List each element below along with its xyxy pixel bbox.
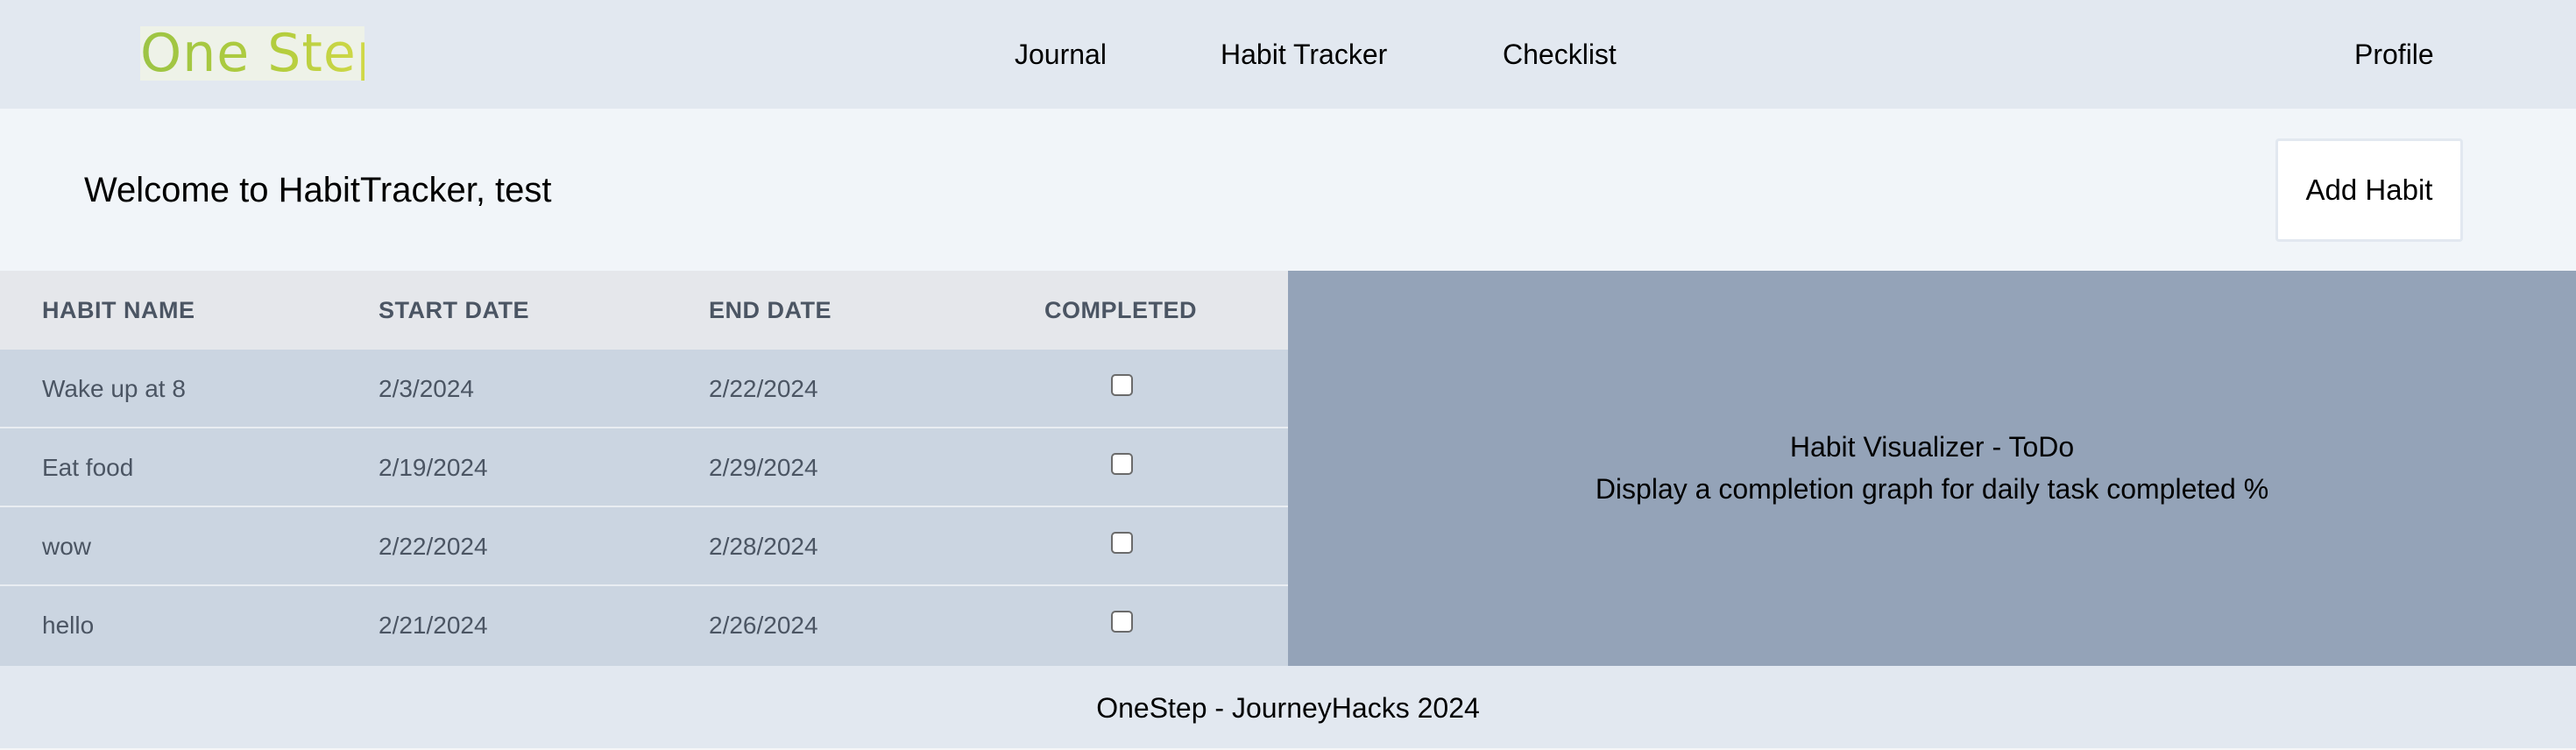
- nav-link-profile[interactable]: Profile: [2354, 37, 2434, 72]
- end-date-cell: 2/26/2024: [709, 612, 818, 639]
- start-date-cell: 2/21/2024: [379, 612, 488, 639]
- completed-checkbox[interactable]: [1111, 374, 1133, 396]
- completed-checkbox[interactable]: [1111, 453, 1133, 475]
- table-header-row: HABIT NAME START DATE END DATE COMPLETED: [0, 271, 1288, 350]
- habit-name-cell: Wake up at 8: [42, 375, 186, 402]
- habit-table: HABIT NAME START DATE END DATE COMPLETED…: [0, 271, 1288, 666]
- column-header-end-date: END DATE: [709, 297, 832, 323]
- footer-text: OneStep - JourneyHacks 2024: [1096, 692, 1480, 724]
- completed-checkbox[interactable]: [1111, 532, 1133, 554]
- top-nav: One Step Journal Habit Tracker Checklist…: [0, 0, 2576, 109]
- nav-link-habit-tracker[interactable]: Habit Tracker: [1221, 37, 1387, 72]
- habit-visualizer-panel: Habit Visualizer - ToDo Display a comple…: [1288, 271, 2576, 666]
- app-logo[interactable]: One Step: [140, 26, 364, 81]
- table-row: Eat food 2/19/2024 2/29/2024: [0, 428, 1288, 507]
- start-date-cell: 2/19/2024: [379, 454, 488, 481]
- nav-link-journal[interactable]: Journal: [1015, 37, 1107, 72]
- table-row: wow 2/22/2024 2/28/2024: [0, 507, 1288, 586]
- logo-text: One Step: [140, 26, 364, 81]
- completed-checkbox[interactable]: [1111, 611, 1133, 633]
- start-date-cell: 2/3/2024: [379, 375, 474, 402]
- column-header-completed: COMPLETED: [1044, 297, 1198, 323]
- habit-name-cell: hello: [42, 612, 95, 639]
- column-header-start-date: START DATE: [379, 297, 529, 323]
- nav-link-checklist[interactable]: Checklist: [1503, 37, 1617, 72]
- welcome-section: Welcome to HabitTracker, test Add Habit: [0, 109, 2576, 271]
- visualizer-title: Habit Visualizer - ToDo: [1789, 431, 2075, 463]
- add-habit-button[interactable]: Add Habit: [2275, 138, 2463, 242]
- table-row: hello 2/21/2024 2/26/2024: [0, 586, 1288, 665]
- page-title: Welcome to HabitTracker, test: [84, 171, 552, 209]
- end-date-cell: 2/28/2024: [709, 533, 818, 560]
- visualizer-description: Display a completion graph for daily tas…: [1595, 473, 2269, 505]
- table-row: Wake up at 8 2/3/2024 2/22/2024: [0, 350, 1288, 428]
- habit-name-cell: wow: [42, 533, 92, 560]
- start-date-cell: 2/22/2024: [379, 533, 488, 560]
- habit-name-cell: Eat food: [42, 454, 134, 481]
- end-date-cell: 2/29/2024: [709, 454, 818, 481]
- footer: OneStep - JourneyHacks 2024: [0, 666, 2576, 750]
- end-date-cell: 2/22/2024: [709, 375, 818, 402]
- column-header-habit-name: HABIT NAME: [42, 297, 195, 323]
